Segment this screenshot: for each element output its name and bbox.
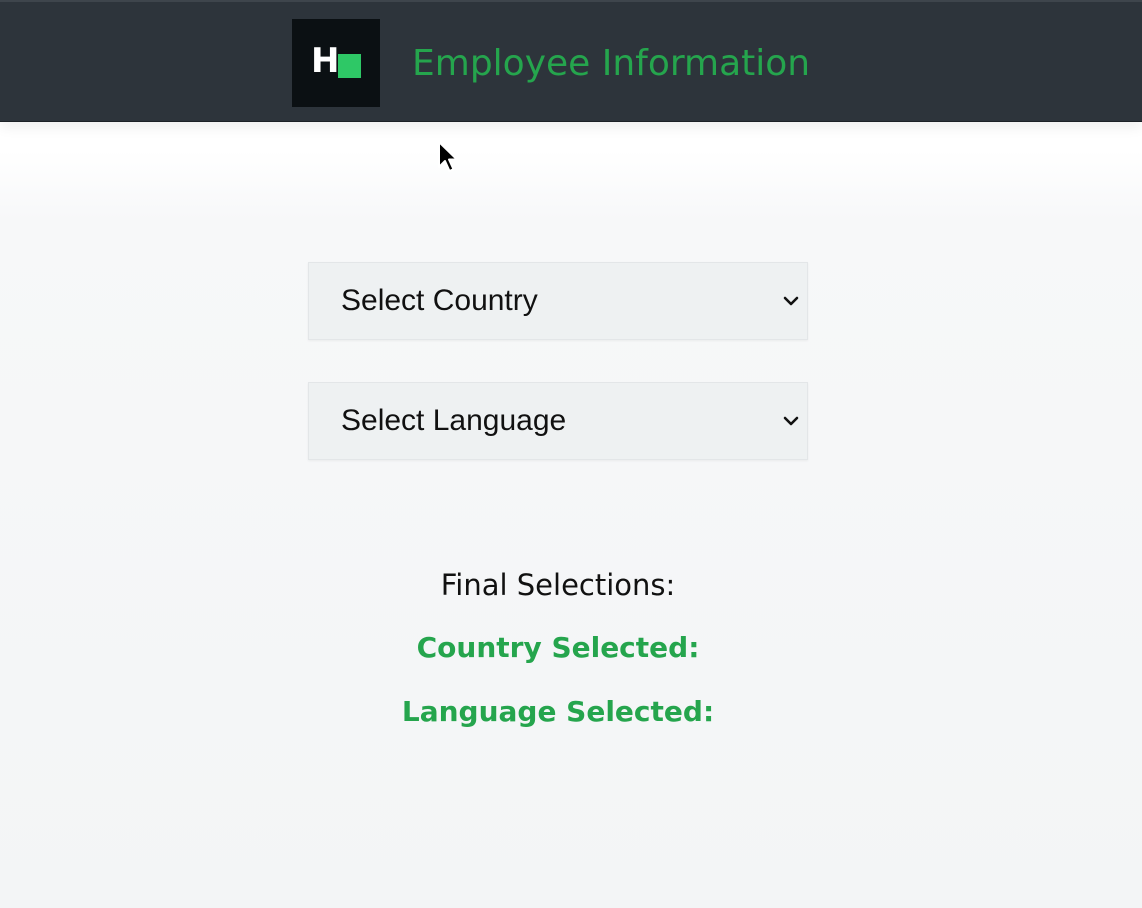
language-selected-text: Language Selected: [401, 695, 715, 728]
logo[interactable]: H [292, 19, 380, 107]
chevron-down-icon [783, 296, 799, 306]
country-selected-text: Country Selected: [416, 631, 700, 664]
country-select-value: Select Country [341, 284, 538, 317]
logo-block [338, 54, 361, 78]
final-selections-heading: Final Selections: [440, 568, 676, 602]
language-select[interactable]: Select Language [308, 382, 808, 460]
language-select-value: Select Language [341, 404, 567, 437]
mouse-pointer-icon [438, 141, 458, 172]
chevron-down-icon [783, 416, 799, 426]
country-select[interactable]: Select Country [308, 262, 808, 340]
app-header: H Employee Information [0, 0, 1142, 122]
page-title: Employee Information [412, 43, 811, 84]
logo-letter: H [311, 41, 340, 81]
